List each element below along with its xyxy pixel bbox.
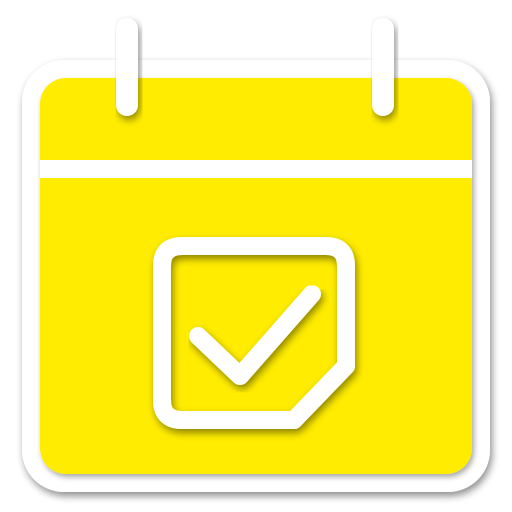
calendar-check-icon	[22, 18, 490, 492]
calendar-header-divider	[40, 160, 472, 178]
app-icon	[0, 0, 512, 512]
calendar-ring-right	[372, 18, 394, 116]
calendar-ring-left	[116, 18, 138, 116]
